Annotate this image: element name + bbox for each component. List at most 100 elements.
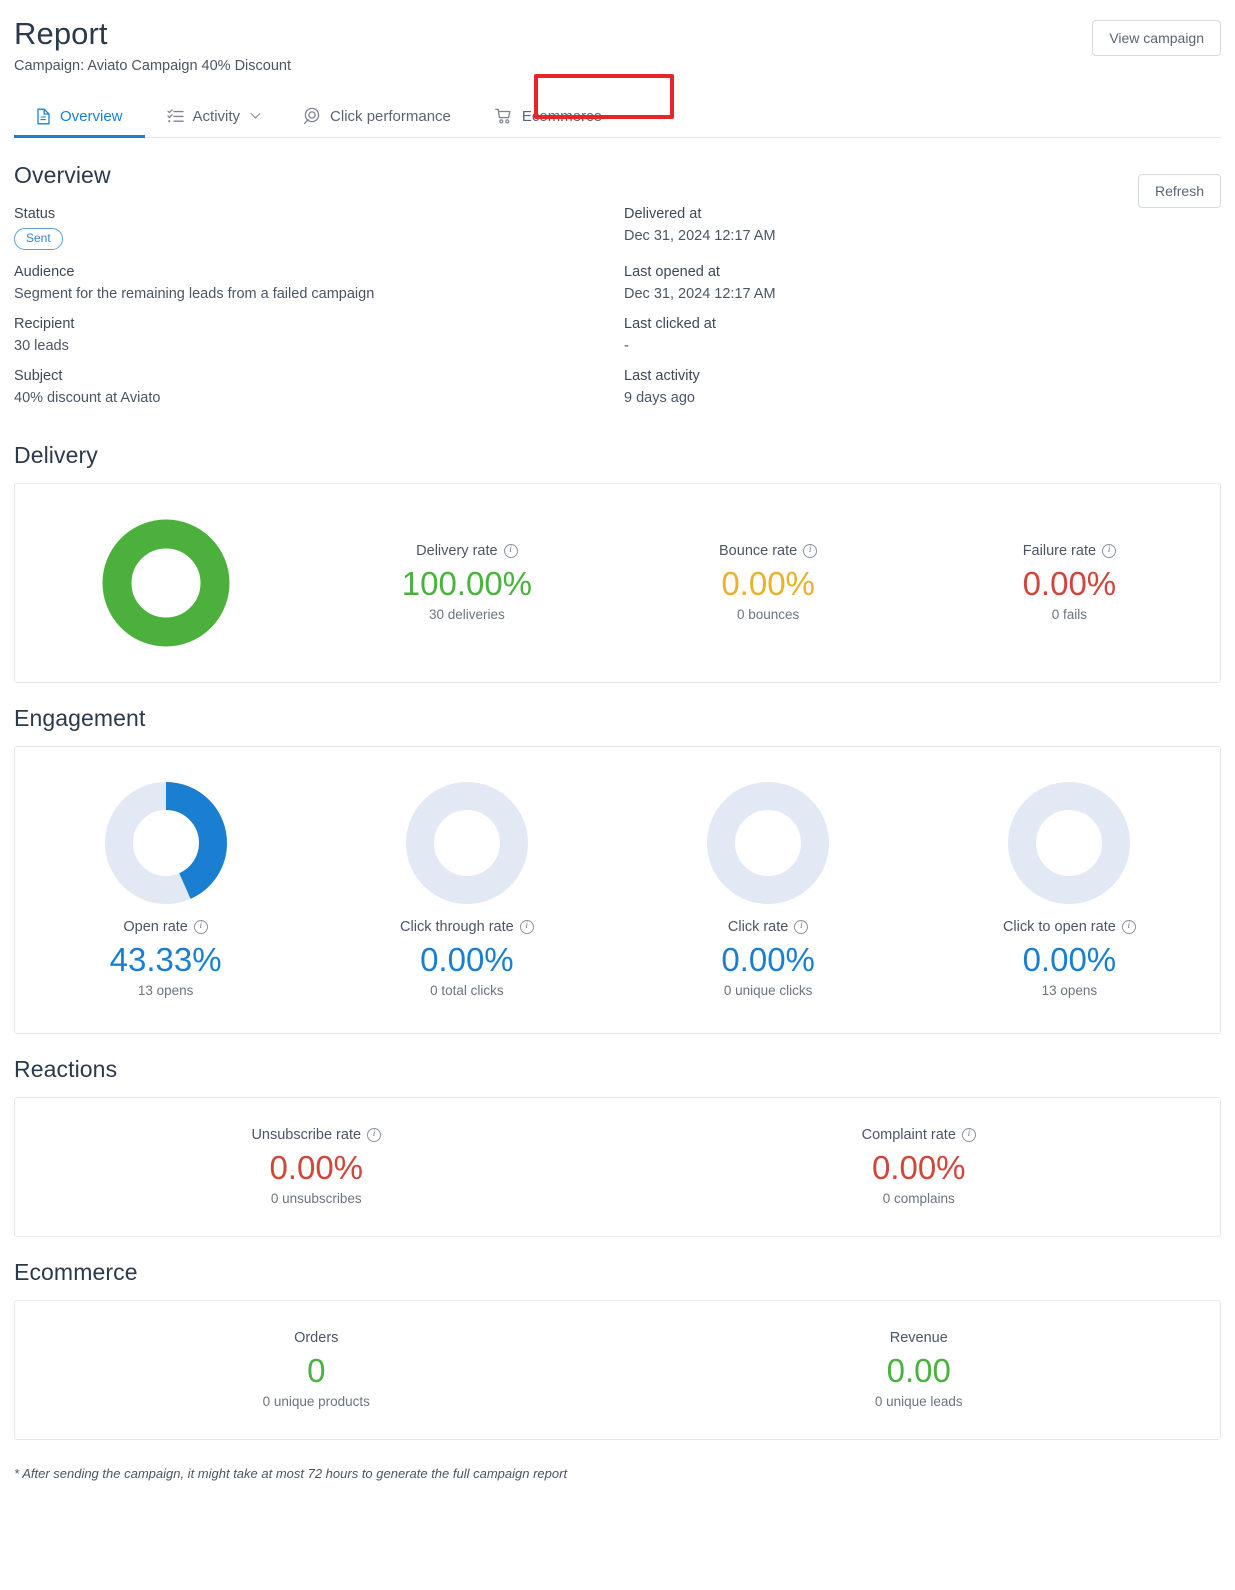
field-last-activity: Last activity 9 days ago: [624, 368, 1221, 420]
metric-sub: 0 unique products: [262, 1394, 370, 1410]
metric-sub: 0 fails: [1051, 607, 1088, 623]
tab-click-performance-label: Click performance: [330, 107, 451, 125]
metric-value: 43.33%: [109, 941, 222, 979]
field-value: 30 leads: [14, 337, 69, 354]
field-label: Recipient: [14, 315, 75, 332]
view-campaign-button[interactable]: View campaign: [1092, 20, 1221, 56]
info-icon[interactable]: i: [519, 920, 534, 935]
report-tabs: Overview Activity Click performance Ecom…: [14, 74, 1221, 138]
field-last-clicked-at: Last clicked at -: [624, 316, 1221, 368]
engagement-card: Open rate i 43.33% 13 opens Click throug…: [14, 745, 1221, 1034]
click-through-rate-donut: [405, 782, 528, 905]
metric-click-through-rate: Click through rate i 0.00% 0 total click…: [316, 747, 617, 1033]
delivery-donut-wrap: [15, 484, 316, 682]
metric-label: Complaint rate: [861, 1127, 956, 1144]
field-value: Dec 31, 2024 12:17 AM: [624, 285, 776, 302]
page-header: Report Campaign: Aviato Campaign 40% Dis…: [14, 0, 1221, 74]
tab-activity[interactable]: Activity: [145, 97, 282, 137]
tab-overview-label: Overview: [60, 108, 123, 125]
field-value: 40% discount at Aviato: [14, 389, 161, 406]
metric-complaint-rate: Complaint rate i 0.00% 0 complains: [618, 1098, 1221, 1236]
field-delivered-at: Delivered at Dec 31, 2024 12:17 AM: [624, 206, 1221, 264]
metric-sub: 13 opens: [137, 983, 194, 999]
report-page: Report Campaign: Aviato Campaign 40% Dis…: [0, 0, 1235, 1481]
checklist-icon: [166, 109, 184, 124]
delivery-rate-donut: [102, 519, 230, 647]
metric-label: Delivery rate: [416, 543, 498, 560]
field-value: Segment for the remaining leads from a f…: [14, 285, 375, 302]
ecommerce-card: Orders 0 0 unique products Revenue 0.00 …: [14, 1299, 1221, 1440]
refresh-button[interactable]: Refresh: [1137, 174, 1221, 208]
metric-unsubscribe-rate: Unsubscribe rate i 0.00% 0 unsubscribes: [15, 1098, 618, 1236]
field-label: Status: [14, 206, 56, 222]
metric-sub: 30 deliveries: [428, 607, 505, 623]
metric-bounce-rate: Bounce rate i 0.00% 0 bounces: [618, 484, 919, 682]
shopping-cart-icon: [495, 108, 513, 125]
info-icon[interactable]: i: [193, 920, 208, 935]
info-icon[interactable]: i: [803, 544, 818, 559]
metric-value: 0.00%: [420, 941, 514, 979]
click-to-open-rate-donut: [1008, 782, 1131, 905]
info-icon[interactable]: i: [961, 1128, 976, 1143]
metric-label: Click to open rate: [1002, 919, 1116, 936]
field-value: 9 days ago: [624, 389, 695, 406]
metric-sub: 0 unique clicks: [723, 983, 813, 999]
info-icon[interactable]: i: [503, 544, 518, 559]
metric-value: 0.00%: [721, 565, 815, 603]
metric-failure-rate: Failure rate i 0.00% 0 fails: [919, 484, 1220, 682]
field-subject: Subject 40% discount at Aviato: [14, 368, 624, 420]
metric-value: 0.00%: [871, 1149, 966, 1187]
metric-value: 0.00%: [1022, 941, 1117, 979]
delivery-card: Delivery rate i 100.00% 30 deliveries Bo…: [14, 482, 1221, 683]
campaign-subtitle: Campaign: Aviato Campaign 40% Discount: [14, 58, 292, 74]
metric-open-rate: Open rate i 43.33% 13 opens: [15, 747, 316, 1033]
field-audience: Audience Segment for the remaining leads…: [14, 264, 624, 316]
info-icon[interactable]: i: [367, 1128, 382, 1143]
metric-sub: 0 unique leads: [874, 1394, 963, 1410]
metric-orders: Orders 0 0 unique products: [15, 1301, 618, 1439]
field-last-opened-at: Last opened at Dec 31, 2024 12:17 AM: [624, 264, 1221, 316]
field-status: Status Sent: [14, 206, 624, 264]
overview-fields: Status Sent Delivered at Dec 31, 2024 12…: [14, 206, 1221, 420]
field-label: Last clicked at: [624, 315, 716, 332]
info-icon[interactable]: i: [794, 920, 809, 935]
field-value: -: [624, 337, 629, 354]
report-footnote: * After sending the campaign, it might t…: [14, 1465, 568, 1481]
document-icon: [36, 108, 51, 125]
metric-sub: 0 total clicks: [430, 983, 504, 999]
tab-ecommerce[interactable]: Ecommerce: [473, 97, 624, 137]
info-icon[interactable]: i: [1102, 544, 1117, 559]
metric-value: 0.00%: [269, 1149, 364, 1187]
metric-sub: 0 bounces: [736, 607, 800, 623]
metric-value: 0: [307, 1352, 326, 1390]
metric-value: 0.00%: [1022, 565, 1117, 603]
field-recipient: Recipient 30 leads: [14, 316, 624, 368]
field-label: Delivered at: [624, 206, 702, 222]
engagement-heading: Engagement: [14, 704, 146, 731]
metric-label: Click rate: [727, 919, 789, 936]
metric-sub: 13 opens: [1041, 983, 1098, 999]
info-icon[interactable]: i: [1121, 920, 1136, 935]
reactions-card: Unsubscribe rate i 0.00% 0 unsubscribes …: [14, 1096, 1221, 1237]
ecommerce-heading: Ecommerce: [14, 1258, 138, 1285]
field-label: Subject: [14, 367, 63, 384]
field-value: Dec 31, 2024 12:17 AM: [624, 228, 776, 244]
page-title: Report: [14, 16, 108, 51]
metric-value: 0.00: [886, 1352, 951, 1390]
tab-click-performance[interactable]: Click performance: [281, 96, 473, 137]
click-target-icon: [303, 107, 321, 125]
metric-click-rate: Click rate i 0.00% 0 unique clicks: [618, 747, 919, 1033]
metric-sub: 0 unsubscribes: [270, 1191, 362, 1207]
open-rate-donut: [104, 782, 227, 905]
metric-label: Failure rate: [1022, 543, 1097, 560]
click-rate-donut: [707, 782, 830, 905]
tab-overview[interactable]: Overview: [14, 97, 145, 138]
metric-label: Revenue: [889, 1330, 948, 1347]
overview-heading: Overview: [14, 162, 111, 188]
metric-label: Open rate: [123, 919, 188, 936]
metric-sub: 0 complains: [882, 1191, 955, 1207]
status-badge: Sent: [14, 228, 63, 250]
metric-delivery-rate: Delivery rate i 100.00% 30 deliveries: [316, 484, 617, 682]
delivery-heading: Delivery: [14, 441, 98, 468]
field-label: Last opened at: [624, 263, 720, 280]
